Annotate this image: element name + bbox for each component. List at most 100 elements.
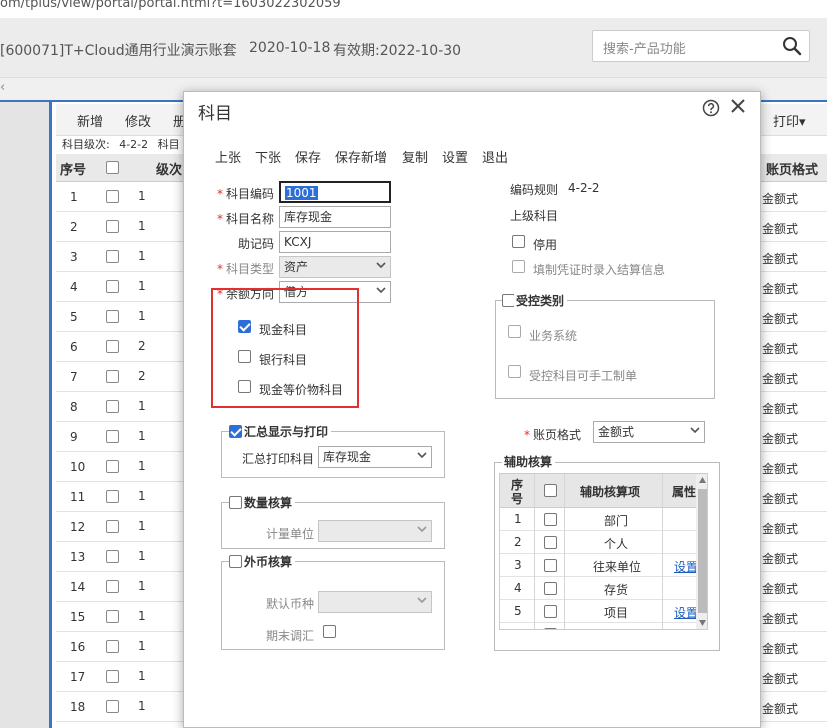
copy-button[interactable]: 复制 — [402, 147, 428, 166]
aux-row[interactable]: 2 个人 — [500, 531, 707, 554]
row-checkbox[interactable] — [106, 700, 119, 713]
row-checkbox[interactable] — [106, 340, 119, 353]
aux-row[interactable]: 4 存货 — [500, 577, 707, 600]
prev-record-button[interactable]: 上张 — [215, 147, 241, 166]
bank-account-checkbox[interactable] — [238, 350, 251, 363]
row-level: 1 — [138, 549, 146, 563]
row-checkbox[interactable] — [106, 400, 119, 413]
level-tail: 科目 — [157, 138, 180, 151]
settlement-info-label: 填制凭证时录入结算信息 — [533, 263, 666, 277]
ledger-format-label: * 账页格式 — [524, 428, 582, 442]
aux-row[interactable]: 5 项目 设置 — [500, 600, 707, 623]
chevron-down-icon — [417, 597, 427, 604]
period-end-adjust-checkbox[interactable] — [323, 625, 336, 638]
search-icon[interactable] — [781, 35, 803, 57]
print-button[interactable]: 打印▾ — [773, 111, 806, 130]
currency-select[interactable] — [318, 591, 432, 613]
function-search[interactable]: 搜索-产品功能 — [592, 30, 810, 62]
aux-row-checkbox[interactable] — [544, 536, 557, 549]
row-checkbox[interactable] — [106, 220, 119, 233]
row-checkbox[interactable] — [106, 490, 119, 503]
mnemonic-label: 助记码 — [237, 237, 274, 251]
row-checkbox[interactable] — [106, 520, 119, 533]
row-checkbox[interactable] — [106, 550, 119, 563]
help-icon[interactable] — [702, 99, 720, 117]
save-button[interactable]: 保存 — [295, 147, 321, 166]
quantity-accounting-checkbox[interactable] — [229, 496, 242, 509]
mnemonic-input[interactable]: KCXJ — [279, 231, 391, 253]
address-bar[interactable]: om/tplus/view/portal/portal.html?t=16030… — [0, 0, 827, 18]
aux-row-checkbox[interactable] — [544, 513, 557, 526]
unit-select[interactable] — [318, 520, 432, 542]
exit-button[interactable]: 退出 — [482, 147, 508, 166]
save-and-new-button[interactable]: 保存新增 — [335, 147, 387, 166]
row-format: 金额式 — [762, 402, 799, 416]
aux-row[interactable]: 1 部门 — [500, 508, 707, 531]
settings-button[interactable]: 设置 — [442, 147, 468, 166]
cash-account-checkbox[interactable] — [238, 320, 251, 333]
row-no: 8 — [70, 400, 78, 414]
disable-label: 停用 — [533, 238, 558, 252]
aux-scrollbar[interactable] — [696, 474, 707, 629]
account-code-input[interactable]: 1001 — [279, 181, 391, 203]
aux-row-checkbox[interactable] — [544, 628, 557, 629]
aux-select-all-checkbox[interactable] — [544, 484, 557, 497]
manual-voucher-checkbox[interactable] — [508, 365, 521, 378]
aux-row[interactable]: 6 01 — [500, 623, 707, 629]
row-format: 金额式 — [762, 192, 799, 206]
cash-equivalent-checkbox[interactable] — [238, 380, 251, 393]
aux-row-checkbox[interactable] — [544, 605, 557, 618]
row-level: 1 — [138, 609, 146, 623]
edit-button[interactable]: 修改 — [125, 111, 151, 130]
row-checkbox[interactable] — [106, 580, 119, 593]
row-level: 1 — [138, 669, 146, 683]
row-checkbox[interactable] — [106, 310, 119, 323]
scroll-up-icon[interactable] — [699, 477, 706, 483]
aux-row[interactable]: 3 往来单位 设置 — [500, 554, 707, 577]
login-date: 2020-10-18 — [249, 40, 331, 56]
row-checkbox[interactable] — [106, 370, 119, 383]
next-record-button[interactable]: 下张 — [255, 147, 281, 166]
summary-print-legend: 汇总显示与打印 — [242, 423, 332, 440]
close-icon[interactable] — [729, 97, 747, 115]
select-all-checkbox[interactable] — [106, 161, 119, 174]
account-name-input[interactable]: 库存现金 — [279, 206, 391, 228]
business-system-checkbox[interactable] — [508, 325, 521, 338]
scroll-thumb[interactable] — [698, 489, 707, 613]
summary-print-checkbox[interactable] — [229, 425, 242, 438]
row-checkbox[interactable] — [106, 460, 119, 473]
row-checkbox[interactable] — [106, 610, 119, 623]
header-no: 序号 — [60, 163, 87, 178]
row-checkbox[interactable] — [106, 640, 119, 653]
auxiliary-table: 序 号 辅助核算项 属性 1部门2个人3往来单位设置4存货5项目设置601 — [499, 473, 708, 630]
row-checkbox[interactable] — [106, 250, 119, 263]
chevron-left-icon[interactable]: ‹ — [0, 80, 5, 95]
aux-row-checkbox[interactable] — [544, 559, 557, 572]
ledger-format-select[interactable]: 金额式 — [593, 421, 705, 443]
foreign-currency-checkbox[interactable] — [229, 555, 242, 568]
row-format: 金额式 — [762, 642, 799, 656]
row-checkbox[interactable] — [106, 670, 119, 683]
row-level: 2 — [138, 369, 146, 383]
row-level: 1 — [138, 249, 146, 263]
chevron-down-icon — [376, 262, 386, 269]
aux-settings-link[interactable]: 设置 — [674, 604, 698, 621]
code-label: * 科目编码 — [216, 187, 274, 201]
aux-row-checkbox[interactable] — [544, 582, 557, 595]
row-checkbox[interactable] — [106, 280, 119, 293]
cash-equivalent-label: 现金等价物科目 — [259, 383, 344, 397]
row-level: 1 — [138, 639, 146, 653]
aux-row-item: 01 — [604, 627, 619, 629]
row-checkbox[interactable] — [106, 430, 119, 443]
row-checkbox[interactable] — [106, 190, 119, 203]
account-type-select[interactable]: 资产 — [279, 256, 391, 278]
manual-voucher-label: 受控科目可手工制单 — [529, 369, 638, 383]
settlement-info-checkbox[interactable] — [512, 260, 525, 273]
aux-settings-link[interactable]: 设置 — [674, 558, 698, 575]
summary-account-select[interactable]: 库存现金 — [318, 446, 432, 468]
disable-checkbox[interactable] — [512, 235, 525, 248]
name-label: * 科目名称 — [216, 212, 274, 226]
scroll-down-icon[interactable] — [699, 620, 706, 626]
parent-account-label: 上级科目 — [510, 209, 559, 223]
add-button[interactable]: 新增 — [77, 111, 103, 130]
